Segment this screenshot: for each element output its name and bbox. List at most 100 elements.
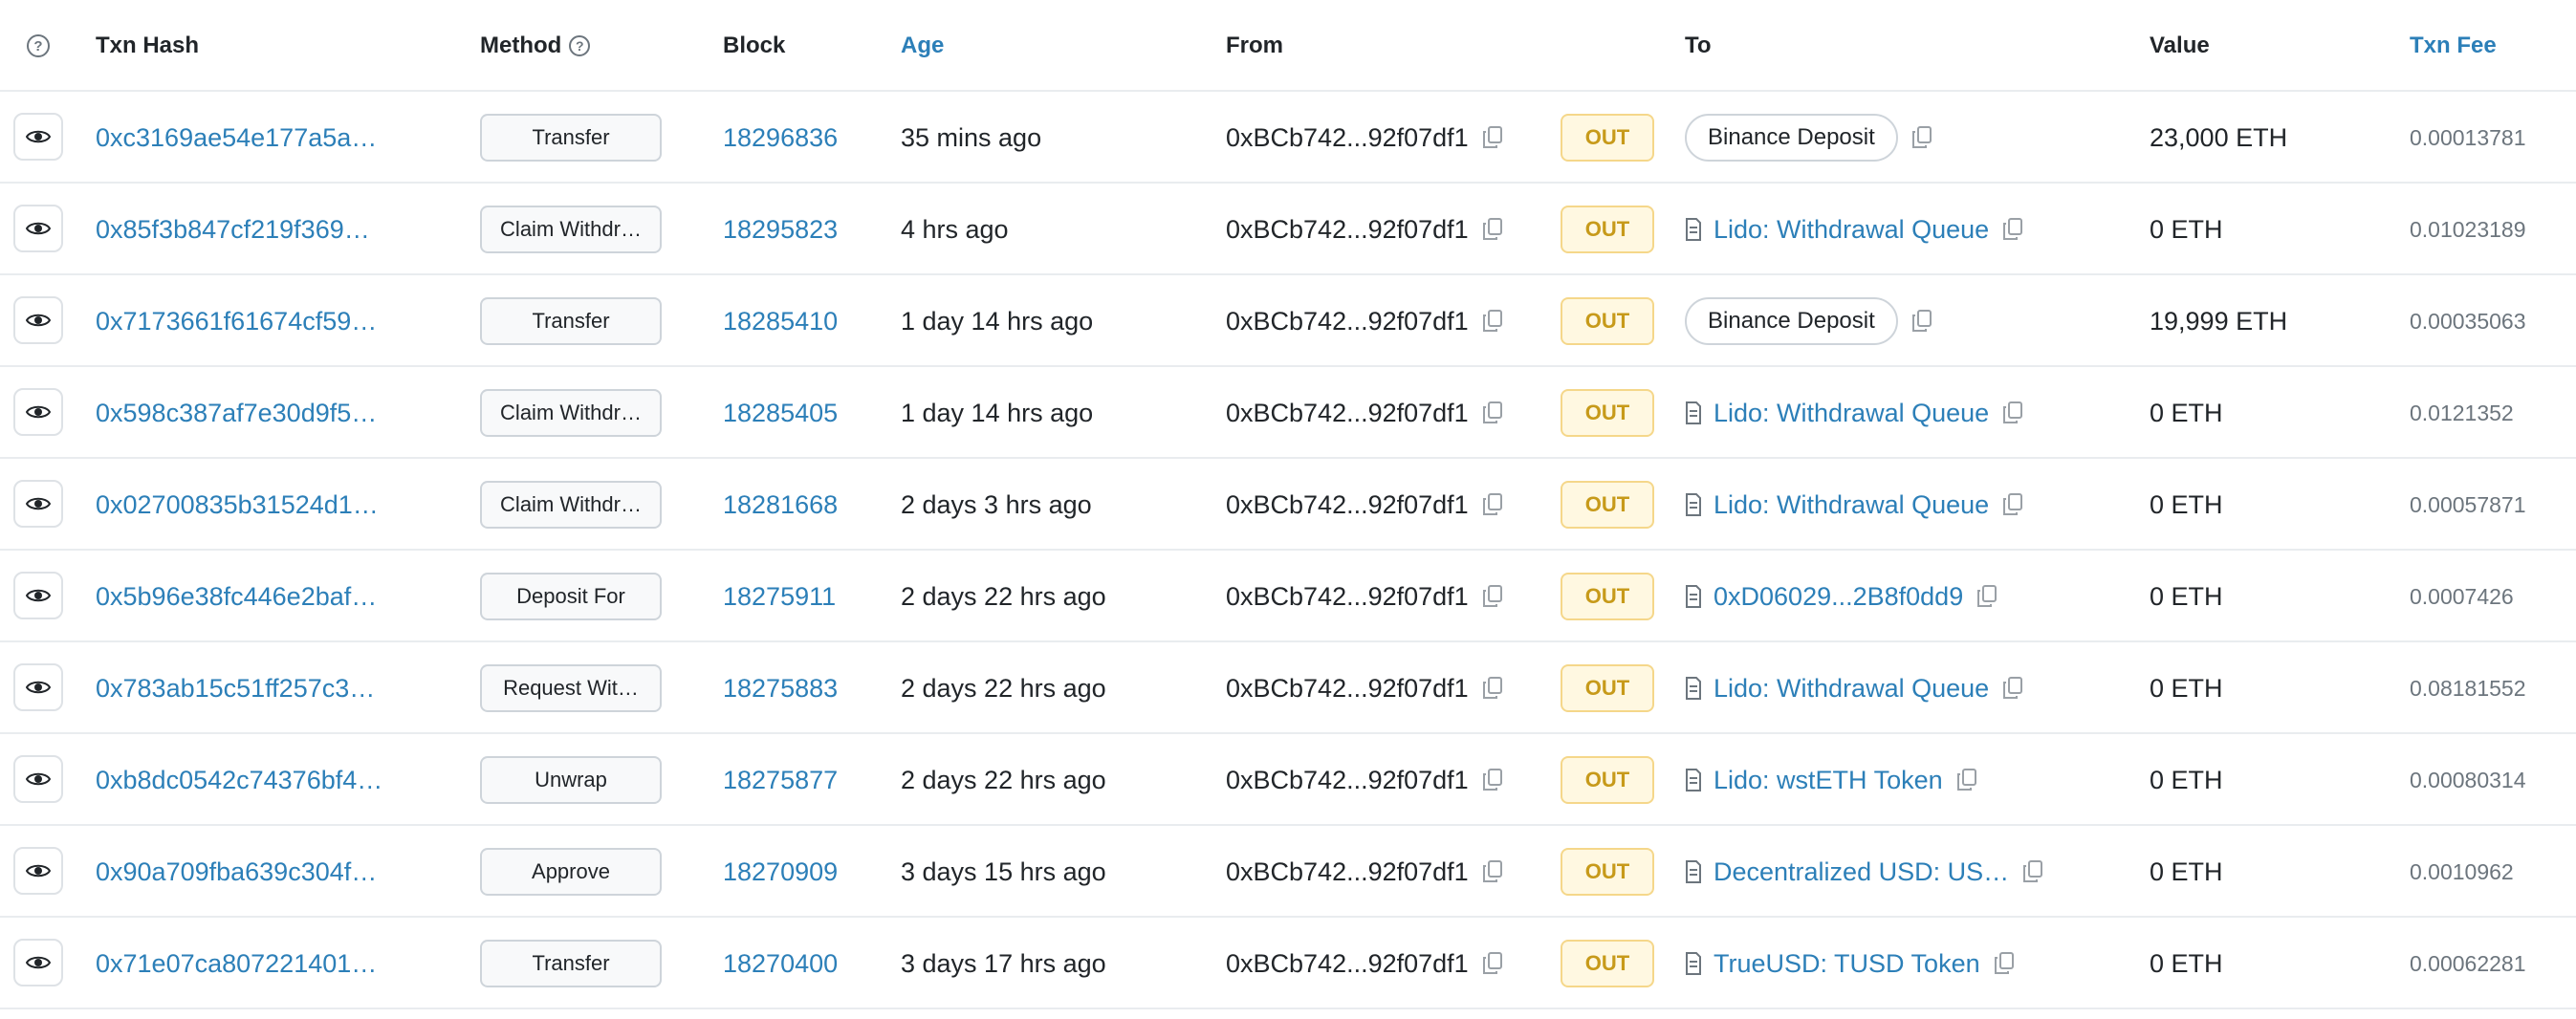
txn-hash-link[interactable]: 0x90a709fba639c304f… — [96, 826, 398, 918]
block-link[interactable]: 18281668 — [723, 490, 838, 520]
direction-cell: OUT — [1561, 367, 1656, 459]
to-address-pill[interactable]: Binance Deposit — [1685, 297, 1898, 345]
copy-icon[interactable] — [1482, 401, 1503, 424]
method-badge[interactable]: Deposit For — [480, 573, 662, 620]
from-address: 0xBCb742...92f07df1 — [1226, 398, 1469, 427]
from-address: 0xBCb742...92f07df1 — [1226, 306, 1469, 336]
block-link[interactable]: 18275911 — [723, 582, 836, 612]
copy-icon[interactable] — [2002, 218, 2023, 241]
age-cell: 1 day 14 hrs ago — [901, 367, 1216, 459]
copy-icon[interactable] — [1482, 860, 1503, 883]
block-link[interactable]: 18275877 — [723, 766, 838, 795]
to-cell: Binance Deposit — [1685, 92, 2134, 184]
copy-icon[interactable] — [1911, 126, 1932, 149]
method-badge[interactable]: Transfer — [480, 297, 662, 345]
value-text: 0 ETH — [2150, 489, 2223, 519]
method-badge[interactable]: Approve — [480, 848, 662, 896]
to-address-link[interactable]: 0xD06029...2B8f0dd9 — [1714, 582, 1963, 612]
copy-icon[interactable] — [2022, 860, 2043, 883]
txn-hash-link[interactable]: 0x5b96e38fc446e2baf… — [96, 551, 398, 642]
value-text: 0 ETH — [2150, 214, 2223, 244]
value-cell: 0 ETH — [2150, 642, 2389, 734]
direction-badge: OUT — [1561, 573, 1654, 620]
direction-badge: OUT — [1561, 297, 1654, 345]
to-address-link[interactable]: Lido: Withdrawal Queue — [1714, 674, 1989, 704]
header-age[interactable]: Age — [901, 0, 1216, 92]
to-address-link[interactable]: Lido: wstETH Token — [1714, 766, 1943, 795]
value-text: 0 ETH — [2150, 948, 2223, 978]
method-help-icon[interactable]: ? — [569, 35, 591, 56]
preview-button[interactable] — [13, 388, 63, 436]
method-badge[interactable]: Transfer — [480, 114, 662, 162]
method-badge[interactable]: Claim Withdr… — [480, 206, 662, 253]
copy-icon[interactable] — [1911, 310, 1932, 333]
preview-button[interactable] — [13, 572, 63, 619]
copy-icon[interactable] — [1482, 310, 1503, 333]
copy-icon[interactable] — [1976, 585, 1997, 608]
copy-icon[interactable] — [1482, 126, 1503, 149]
header-help[interactable]: ? — [27, 0, 65, 92]
block-link[interactable]: 18296836 — [723, 123, 838, 153]
value-cell: 0 ETH — [2150, 551, 2389, 642]
method-badge[interactable]: Transfer — [480, 940, 662, 987]
method-badge[interactable]: Unwrap — [480, 756, 662, 804]
copy-icon[interactable] — [1482, 493, 1503, 516]
block-link[interactable]: 18270400 — [723, 949, 838, 979]
preview-button[interactable] — [13, 205, 63, 252]
preview-button[interactable] — [13, 847, 63, 895]
to-address-link[interactable]: Lido: Withdrawal Queue — [1714, 490, 1989, 520]
preview-button[interactable] — [13, 663, 63, 711]
preview-button[interactable] — [13, 480, 63, 528]
txn-hash-link[interactable]: 0x783ab15c51ff257c3… — [96, 642, 398, 734]
txn-hash-link[interactable]: 0x85f3b847cf219f369… — [96, 184, 398, 275]
to-address-link[interactable]: Lido: Withdrawal Queue — [1714, 215, 1989, 245]
age-cell: 35 mins ago — [901, 92, 1216, 184]
copy-icon[interactable] — [2002, 401, 2023, 424]
copy-icon[interactable] — [1994, 952, 2015, 975]
method-badge[interactable]: Request Wit… — [480, 664, 662, 712]
txn-hash-link[interactable]: 0x02700835b31524d1… — [96, 459, 398, 551]
block-cell: 18295823 — [723, 184, 885, 275]
copy-icon[interactable] — [1482, 952, 1503, 975]
header-value: Value — [2150, 33, 2210, 58]
block-cell: 18296836 — [723, 92, 885, 184]
txn-hash-link[interactable]: 0x7173661f61674cf59… — [96, 275, 398, 367]
preview-button[interactable] — [13, 296, 63, 344]
age-cell: 2 days 22 hrs ago — [901, 642, 1216, 734]
from-cell: 0xBCb742...92f07df1 — [1226, 918, 1541, 1009]
block-link[interactable]: 18270909 — [723, 857, 838, 887]
table-row: 0x598c387af7e30d9f5… Claim Withdr… 18285… — [0, 367, 2576, 459]
txn-hash-link[interactable]: 0xb8dc0542c74376bf4… — [96, 734, 398, 826]
fee-cell: 0.01023189 — [2410, 184, 2572, 275]
method-badge[interactable]: Claim Withdr… — [480, 389, 662, 437]
copy-icon[interactable] — [1482, 218, 1503, 241]
eye-icon — [26, 862, 51, 879]
copy-icon[interactable] — [1482, 677, 1503, 700]
preview-button[interactable] — [13, 939, 63, 986]
age-text: 4 hrs ago — [901, 214, 1009, 244]
block-link[interactable]: 18275883 — [723, 674, 838, 704]
age-text: 2 days 22 hrs ago — [901, 673, 1106, 703]
block-link[interactable]: 18285405 — [723, 399, 838, 428]
method-badge[interactable]: Claim Withdr… — [480, 481, 662, 529]
preview-button[interactable] — [13, 755, 63, 803]
to-address-link[interactable]: Decentralized USD: US… — [1714, 857, 2009, 887]
contract-icon — [1685, 860, 1702, 883]
copy-icon[interactable] — [2002, 677, 2023, 700]
copy-icon[interactable] — [1482, 585, 1503, 608]
question-icon[interactable]: ? — [27, 34, 50, 57]
txn-hash-link[interactable]: 0x71e07ca807221401… — [96, 918, 398, 1009]
copy-icon[interactable] — [1956, 769, 1977, 791]
to-address-link[interactable]: TrueUSD: TUSD Token — [1714, 949, 1980, 979]
preview-button[interactable] — [13, 113, 63, 161]
header-txn-fee[interactable]: Txn Fee — [2410, 0, 2572, 92]
to-address-pill[interactable]: Binance Deposit — [1685, 114, 1898, 162]
fee-cell: 0.0007426 — [2410, 551, 2572, 642]
to-address-link[interactable]: Lido: Withdrawal Queue — [1714, 399, 1989, 428]
txn-hash-link[interactable]: 0x598c387af7e30d9f5… — [96, 367, 398, 459]
copy-icon[interactable] — [2002, 493, 2023, 516]
txn-hash-link[interactable]: 0xc3169ae54e177a5a… — [96, 92, 398, 184]
block-link[interactable]: 18285410 — [723, 307, 838, 336]
copy-icon[interactable] — [1482, 769, 1503, 791]
block-link[interactable]: 18295823 — [723, 215, 838, 245]
